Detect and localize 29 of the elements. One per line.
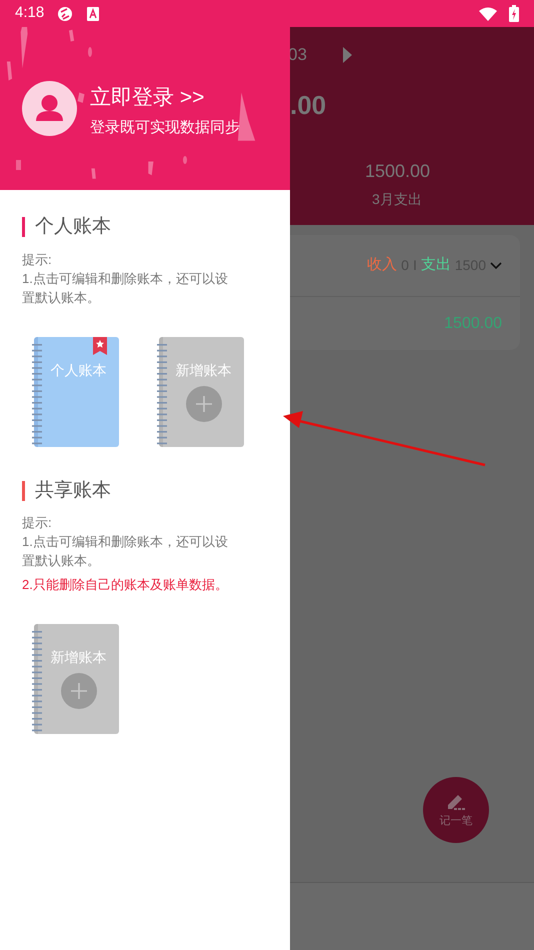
chevron-down-icon (490, 262, 502, 270)
expense-amount: 1500.00 (365, 160, 432, 182)
sync-icon (57, 6, 74, 22)
avatar-icon (22, 81, 77, 136)
status-time: 4:18 (15, 3, 44, 24)
hint-label: 提示: (22, 250, 53, 268)
section-title: 共享账本 (35, 478, 111, 502)
add-notebook-button[interactable]: 新增账本 (34, 624, 119, 734)
add-notebook-button[interactable]: 新增账本 (159, 336, 244, 446)
hint-text: 1.点击可编辑和删除账本，还可以设置默认账本。 (22, 270, 229, 306)
font-icon (87, 6, 100, 20)
hint-label: 提示: (22, 514, 53, 532)
add-record-button[interactable]: 记一笔 (423, 777, 489, 843)
login-subtitle: 登录既可实现数据同步 (90, 118, 240, 138)
wifi-icon (479, 6, 497, 20)
plus-icon (186, 386, 222, 422)
battery-icon (509, 5, 519, 22)
warning-text: 2.只能删除自己的账本及账单数据。 (22, 576, 229, 594)
section-title: 个人账本 (35, 215, 111, 239)
next-arrow-icon (342, 46, 352, 63)
row-amount: 1500.00 (444, 314, 502, 334)
plus-icon (60, 673, 96, 709)
expense-label: 3月支出 (372, 190, 423, 208)
income-label: 收入 (367, 255, 398, 276)
hint-text: 1.点击可编辑和删除账本，还可以设置默认账本。 (22, 533, 229, 570)
total-amount: .00 (290, 88, 328, 122)
notebook-button[interactable]: 个人账本 (34, 336, 119, 446)
login-title[interactable]: 立即登录 >> (90, 82, 240, 113)
expense-label: 支出 (420, 255, 451, 276)
